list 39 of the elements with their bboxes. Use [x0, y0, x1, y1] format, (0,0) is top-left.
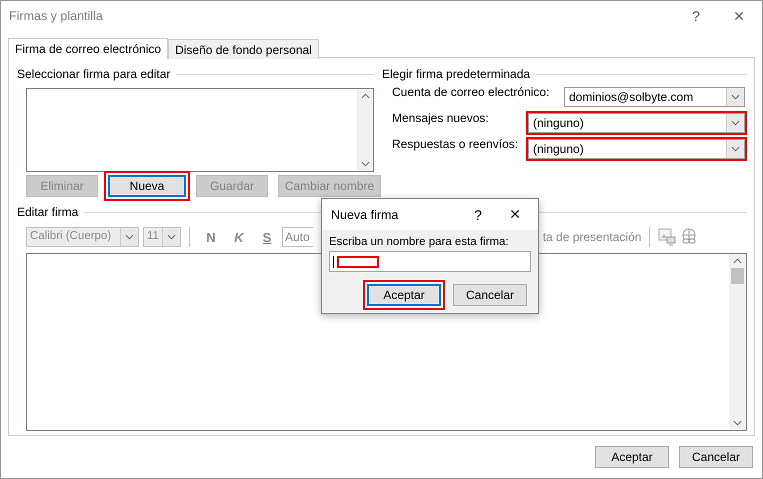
chevron-down-icon — [733, 420, 742, 426]
help-button[interactable]: ? — [464, 206, 492, 222]
tab[interactable]: Diseño de fondo personal — [168, 39, 319, 59]
scrollbar[interactable] — [729, 254, 746, 430]
help-button[interactable]: ? — [676, 8, 716, 24]
chevron-down-icon — [731, 94, 740, 100]
signature-list[interactable] — [26, 88, 374, 172]
dialog-button[interactable]: Aceptar — [595, 446, 669, 468]
section-heading: Editar firma — [17, 205, 78, 219]
window-title: Firmas y plantilla — [8, 9, 104, 23]
scrollbar[interactable] — [357, 89, 373, 171]
prompt-label: Escriba un nombre para esta firma: — [329, 236, 510, 248]
text-cursor — [333, 256, 334, 268]
chevron-up-icon — [733, 258, 742, 264]
name-input-field[interactable] — [329, 251, 531, 272]
dialog-title: Nueva firma — [331, 208, 400, 222]
dialog-button[interactable]: Cancelar — [453, 284, 527, 306]
dialog-button[interactable]: Cancelar — [679, 446, 753, 468]
dropdown[interactable]: (ninguno) — [528, 139, 745, 159]
field-label: Cuenta de correo electrónico: — [392, 85, 550, 99]
signature-editor[interactable] — [26, 253, 747, 431]
close-button[interactable]: × — [492, 204, 538, 225]
tab[interactable]: Firma de correo electrónico — [8, 38, 168, 59]
chevron-down-icon — [125, 234, 134, 240]
field-label: Mensajes nuevos: — [392, 111, 489, 125]
chevron-down-icon — [731, 146, 740, 152]
chevron-up-icon — [360, 93, 370, 99]
section-heading: Seleccionar firma para editar — [17, 67, 170, 81]
chevron-down-icon — [731, 120, 740, 126]
dialog-button[interactable]: Aceptar — [367, 284, 441, 306]
chevron-down-icon — [360, 161, 370, 167]
chevron-down-icon — [167, 234, 176, 240]
dropdown[interactable]: dominios@solbyte.com — [564, 87, 745, 107]
scrollbar-thumb[interactable] — [731, 268, 744, 284]
dropdown[interactable]: (ninguno) — [528, 113, 745, 133]
close-button[interactable]: × — [716, 6, 762, 26]
field-label: Respuestas o reenvíos: — [392, 137, 518, 151]
action-button[interactable]: Nueva — [108, 175, 186, 197]
section-heading: Elegir firma predeterminada — [382, 67, 530, 81]
